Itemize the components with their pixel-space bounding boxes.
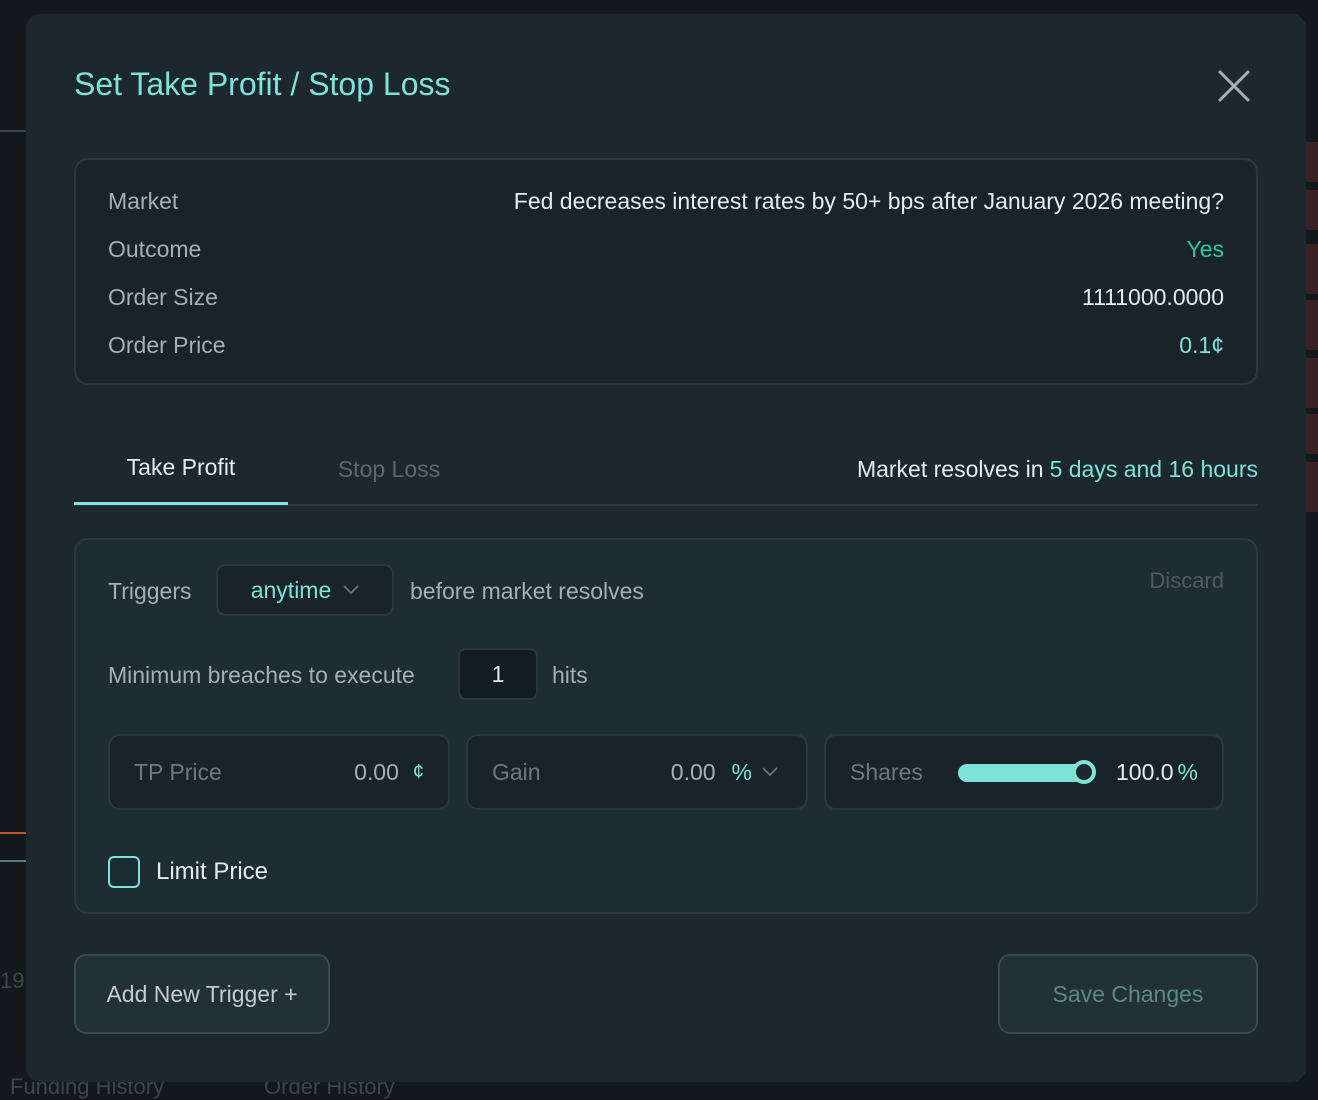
discard-button[interactable]: Discard xyxy=(1149,568,1224,594)
timing-suffix: before market resolves xyxy=(410,578,644,604)
backdrop-axis-label: 19 xyxy=(0,968,25,993)
backdrop-orderbook-row xyxy=(1306,300,1318,350)
tab-stop-loss[interactable]: Stop Loss xyxy=(288,432,490,506)
order-info-card: Market Fed decreases interest rates by 5… xyxy=(74,158,1258,385)
order-size-label: Order Size xyxy=(108,283,218,310)
backdrop-orderbook-row xyxy=(1306,414,1318,454)
backdrop-orderbook-row xyxy=(1306,358,1318,408)
shares-label: Shares xyxy=(850,758,923,785)
order-price-value: 0.1¢ xyxy=(1179,331,1224,358)
market-label: Market xyxy=(108,187,179,214)
outcome-value: Yes xyxy=(1186,235,1224,262)
gain-unit: % xyxy=(731,758,752,785)
shares-slider-handle[interactable] xyxy=(1072,760,1096,784)
outcome-label: Outcome xyxy=(108,235,202,262)
backdrop-orderbook-row xyxy=(1306,142,1318,182)
backdrop-orderbook-row xyxy=(1306,244,1318,294)
resolves-prefix: Market resolves in xyxy=(856,455,1044,482)
shares-value: 100.0 xyxy=(1115,758,1174,785)
resolves-time: 5 days and 16 hours xyxy=(1049,455,1258,482)
info-row-order-size: Order Size 1111000.0000 xyxy=(108,282,1224,312)
tp-sl-modal: Set Take Profit / Stop Loss Market Fed d… xyxy=(26,14,1306,1082)
shares-field: Shares 100.0 % xyxy=(824,734,1224,810)
tab-take-profit[interactable]: Take Profit xyxy=(74,432,288,505)
backdrop-chart-line xyxy=(0,860,26,862)
add-trigger-button[interactable]: Add New Trigger + xyxy=(74,954,330,1034)
gain-label: Gain xyxy=(492,758,541,785)
timing-value: anytime xyxy=(250,576,332,603)
tp-price-value: 0.00 xyxy=(354,758,399,785)
chevron-down-icon[interactable] xyxy=(762,767,778,777)
chevron-down-icon xyxy=(343,585,359,595)
info-row-order-price: Order Price 0.1¢ xyxy=(108,330,1224,360)
tp-price-label: TP Price xyxy=(134,758,222,785)
order-size-value: 1111000.0000 xyxy=(1082,283,1224,310)
save-changes-button[interactable]: Save Changes xyxy=(998,954,1258,1034)
gain-field[interactable]: Gain 0.00 % xyxy=(466,734,808,810)
market-value: Fed decreases interest rates by 50+ bps … xyxy=(513,187,1224,214)
modal-title: Set Take Profit / Stop Loss xyxy=(74,66,451,102)
breaches-unit: hits xyxy=(552,662,588,688)
timing-dropdown[interactable]: anytime xyxy=(216,564,394,616)
backdrop-chart-line xyxy=(0,130,26,132)
gain-value: 0.00 xyxy=(670,758,716,785)
tp-price-field[interactable]: TP Price 0.00 ¢ xyxy=(108,734,450,810)
limit-price-checkbox[interactable] xyxy=(108,856,140,888)
breaches-label: Minimum breaches to execute xyxy=(108,662,415,688)
breaches-input[interactable]: 1 xyxy=(458,648,538,700)
shares-unit: % xyxy=(1177,758,1198,785)
trigger-card: Triggers anytime before market resolves … xyxy=(74,538,1258,914)
tp-price-unit: ¢ xyxy=(412,760,424,783)
triggers-label: Triggers xyxy=(108,578,192,604)
tp-sl-tabs: Take Profit Stop Loss Market resolves in… xyxy=(74,432,1258,506)
shares-slider-track[interactable] xyxy=(958,764,1084,782)
info-row-market: Market Fed decreases interest rates by 5… xyxy=(108,186,1224,216)
info-row-outcome: Outcome Yes xyxy=(108,234,1224,264)
limit-price-label: Limit Price xyxy=(156,858,269,885)
backdrop-orderbook-row xyxy=(1306,190,1318,230)
close-icon[interactable] xyxy=(1216,68,1252,104)
backdrop-chart-line xyxy=(0,832,26,834)
market-resolves-info: Market resolves in 5 days and 16 hours xyxy=(857,432,1258,506)
order-price-label: Order Price xyxy=(108,331,226,358)
backdrop-orderbook-row xyxy=(1306,462,1318,512)
